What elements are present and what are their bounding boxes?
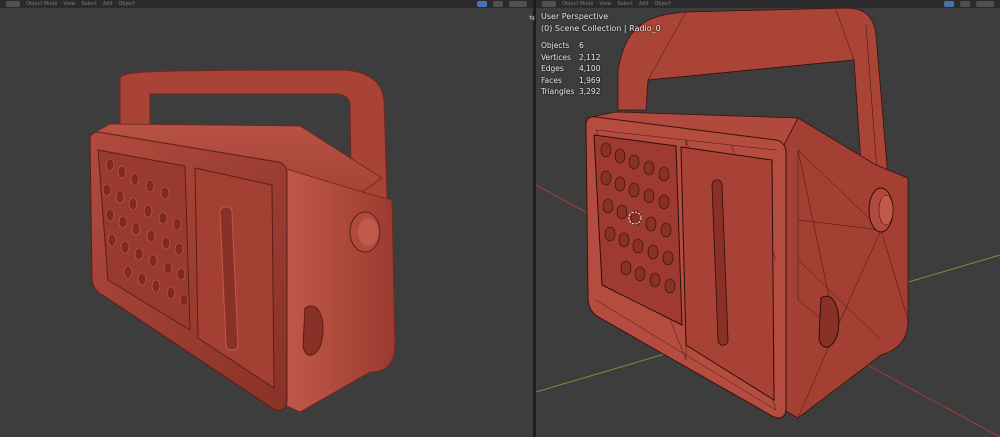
shading-button[interactable] <box>493 1 503 7</box>
editor-type-button[interactable] <box>542 1 556 7</box>
stat-label: Vertices <box>541 52 571 62</box>
shading-modes[interactable] <box>509 1 527 7</box>
header-label[interactable]: Object <box>655 1 671 7</box>
shading-modes[interactable] <box>976 1 994 7</box>
stat-label: Triangles <box>541 87 575 96</box>
viewport-header-right: Object Mode View Select Add Object <box>536 0 1000 8</box>
viewport-right[interactable]: Object Mode View Select Add Object User … <box>536 0 1000 437</box>
view-toggle-icon[interactable] <box>477 1 487 7</box>
header-label[interactable]: View <box>600 1 612 7</box>
viewport-info-overlay: User Perspective (0) Scene Collection | … <box>541 11 661 98</box>
stat-label: Faces <box>541 75 562 85</box>
stat-value: 2,112 <box>579 52 601 62</box>
stat-value: 6 <box>579 41 584 50</box>
stat-value: 4,100 <box>579 64 601 73</box>
header-label[interactable]: Add <box>103 1 113 7</box>
view-name: User Perspective <box>541 12 609 21</box>
header-label[interactable]: View <box>64 1 76 7</box>
editor-type-button[interactable] <box>6 1 20 7</box>
viewport-left[interactable]: Object Mode View Select Add Object <box>0 0 533 437</box>
header-label[interactable]: Select <box>617 1 632 7</box>
header-label[interactable]: Select <box>81 1 96 7</box>
stat-label: Objects <box>541 41 570 50</box>
split-handle-icon[interactable]: ⇆ <box>529 14 537 22</box>
view-toggle-icon[interactable] <box>944 1 954 7</box>
header-label[interactable]: Add <box>639 1 649 7</box>
header-label[interactable]: Object Mode <box>26 1 58 7</box>
header-label[interactable]: Object <box>119 1 135 7</box>
collection-label: (0) Scene Collection | Radio_0 <box>541 23 661 33</box>
radio-model-solid <box>89 69 396 413</box>
blender-window: Object Mode View Select Add Object Objec… <box>0 0 1000 437</box>
viewport-header-left: Object Mode View Select Add Object <box>0 0 533 8</box>
scene-statistics: Objects 6 Vertices 2,112 Edges 4,100 Fac… <box>541 40 661 98</box>
stat-value: 3,292 <box>579 87 601 96</box>
stat-value: 1,969 <box>579 75 601 85</box>
shading-button[interactable] <box>960 1 970 7</box>
header-label[interactable]: Object Mode <box>562 1 594 7</box>
stat-label: Edges <box>541 64 564 73</box>
